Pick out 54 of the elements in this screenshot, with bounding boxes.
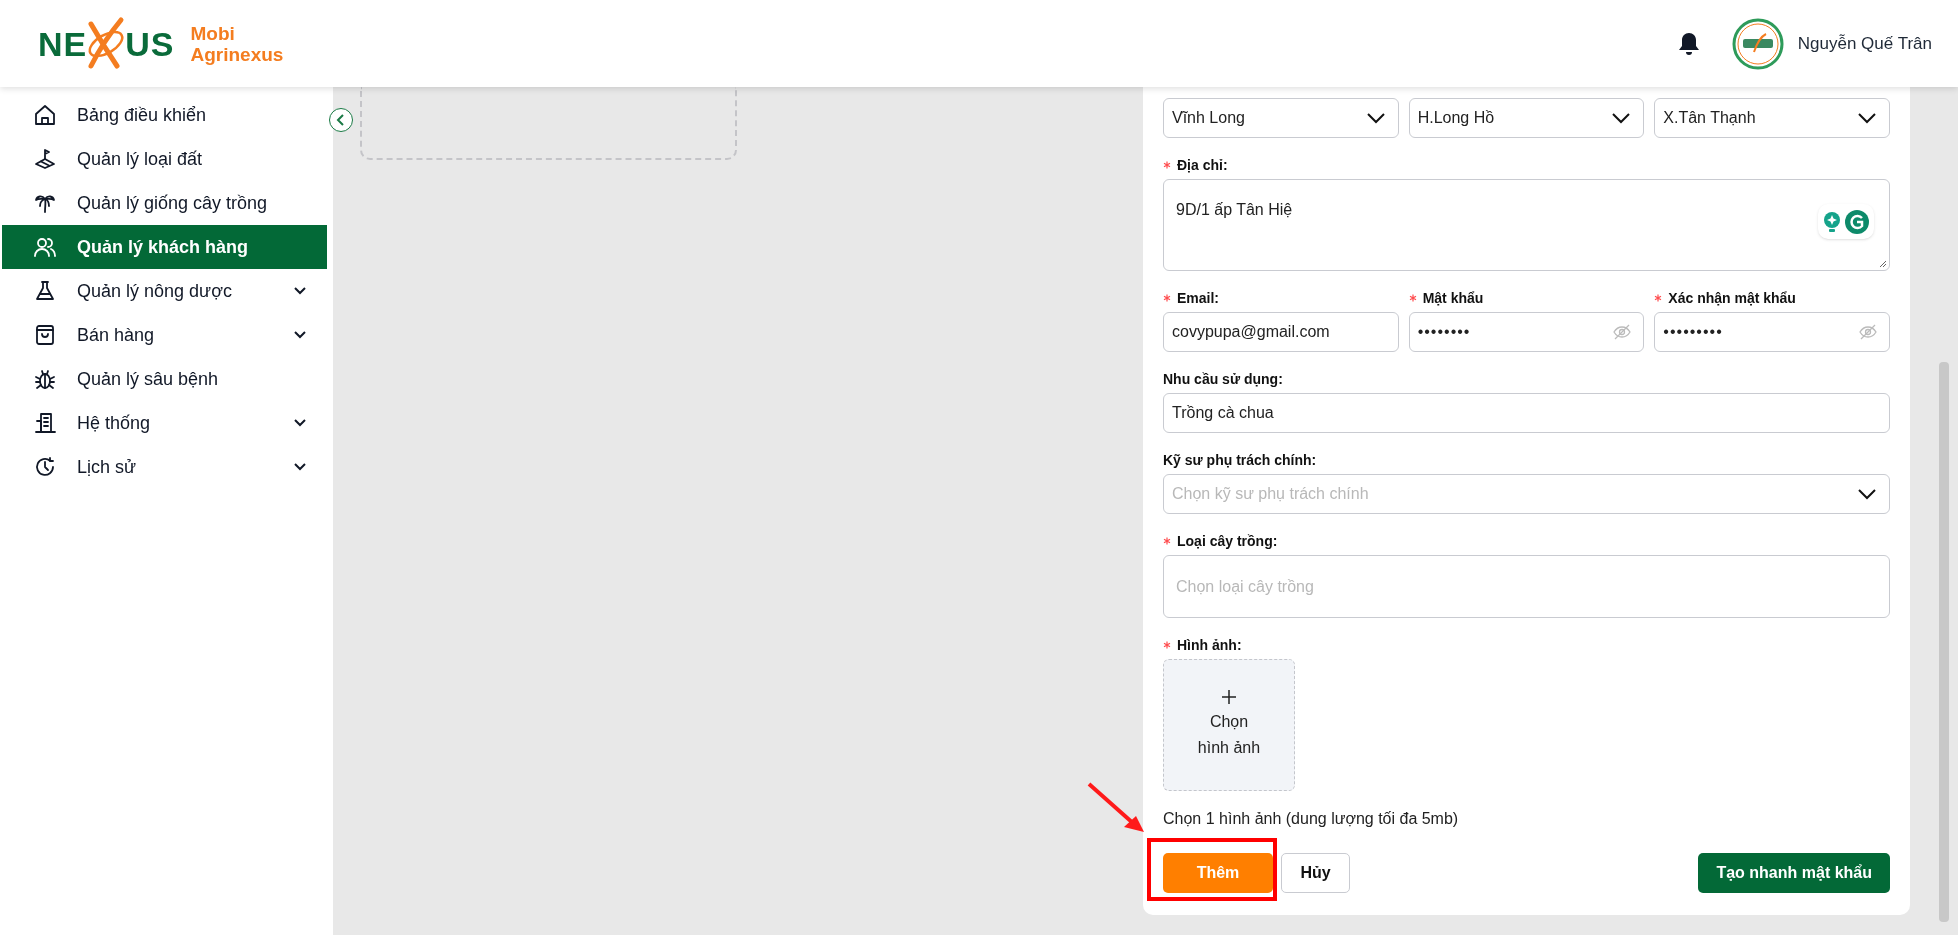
field-label: Nhu cầu sử dụng: — [1163, 369, 1283, 389]
field-label: Email: — [1177, 288, 1219, 308]
grammar-widget[interactable] — [1818, 204, 1874, 239]
text-field[interactable]: Trồng cà chua — [1163, 393, 1890, 433]
field-label: Địa chỉ: — [1177, 155, 1228, 175]
building-icon — [33, 411, 57, 435]
cancel-button[interactable]: Hủy — [1281, 853, 1350, 893]
users-icon — [33, 235, 57, 259]
sidebar-item[interactable]: Quản lý khách hàng — [2, 225, 327, 269]
bag-icon — [33, 323, 57, 347]
field-label: Hình ảnh: — [1177, 635, 1242, 655]
clock-icon — [33, 455, 57, 479]
text-field[interactable]: covypupa@gmail.com — [1163, 312, 1399, 352]
chevron-down-icon — [1365, 112, 1386, 124]
flask-icon — [33, 279, 57, 303]
sidebar-item[interactable]: Bảng điều khiển — [2, 93, 327, 137]
bell-icon[interactable] — [1676, 30, 1701, 57]
upload-hint: Chọn 1 hình ảnh (dung lượng tối đa 5mb) — [1163, 809, 1460, 829]
address-field[interactable]: 9D/1 ấp Tân Hiệ — [1163, 179, 1890, 271]
password-field[interactable]: ••••••••• — [1654, 312, 1890, 352]
bug-icon — [33, 367, 57, 391]
field-label: Xác nhận mật khẩu — [1668, 288, 1796, 308]
select-field[interactable]: Vĩnh Long — [1163, 98, 1399, 138]
chevron-left-icon — [336, 114, 346, 126]
sidebar-item[interactable]: Quản lý loại đất — [2, 137, 327, 181]
select-field[interactable]: X.Tân Thạnh — [1654, 98, 1890, 138]
sidebar-item[interactable]: Quản lý nông dược — [2, 269, 327, 313]
logo-drawing: NE US — [38, 15, 175, 72]
home-icon — [33, 103, 57, 127]
field-label: Mật khẩu — [1422, 288, 1484, 308]
sidebar-item[interactable]: Hệ thống — [2, 401, 327, 445]
upload-button[interactable]: Chọn hình ảnh — [1163, 659, 1295, 791]
password-field[interactable]: •••••••• — [1408, 312, 1645, 352]
sidebar-item[interactable]: Lịch sử — [2, 445, 327, 489]
avatar[interactable] — [1731, 17, 1784, 70]
user-name[interactable]: Nguyễn Quế Trân — [1797, 30, 1932, 57]
g-icon — [1843, 208, 1870, 235]
chevron-down-icon — [1857, 112, 1877, 124]
field-label: Loại cây trồng: — [1177, 531, 1278, 551]
sidebar-item[interactable]: Quản lý sâu bệnh — [2, 357, 327, 401]
scrollbar[interactable] — [1939, 362, 1949, 922]
bulb-icon — [1822, 210, 1841, 233]
brand-name: Mobi — [190, 22, 236, 44]
field-label: Kỹ sư phụ trách chính: — [1163, 450, 1317, 470]
generate-password-button[interactable]: Tạo nhanh mật khẩu — [1698, 853, 1890, 893]
sidebar-item[interactable]: Quản lý giống cây trồng — [2, 181, 327, 225]
select-field[interactable]: H.Long Hồ — [1408, 98, 1645, 138]
pointer-arrow — [1086, 781, 1146, 834]
resize-handle-icon[interactable] — [1879, 260, 1887, 268]
chevron-down-icon — [1611, 112, 1632, 124]
plus-icon — [1221, 689, 1237, 705]
sidebar-item[interactable]: Bán hàng — [2, 313, 327, 357]
chevron-down-icon — [1857, 488, 1877, 500]
brand-name: Agrinexus — [190, 43, 284, 65]
